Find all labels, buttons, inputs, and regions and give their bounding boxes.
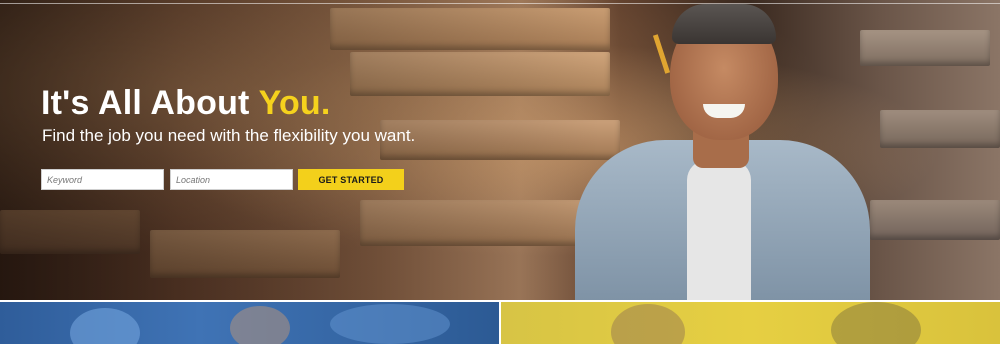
get-started-button[interactable]: GET STARTED [298,169,404,190]
hero-subheadline: Find the job you need with the flexibili… [42,126,416,145]
panel-divider [499,300,501,344]
tshirt [687,160,751,300]
location-input[interactable] [170,169,293,190]
pencil-icon [652,34,671,74]
hair [672,4,776,44]
employers-promo-panel[interactable] [501,300,1000,344]
hero-person-photo [575,0,870,300]
hero-banner: It's All About You. Find the job you nee… [0,0,1000,300]
workers-promo-panel[interactable] [0,300,499,344]
woman-face-shape [611,304,685,344]
hero-headline: It's All About You. [41,84,331,123]
keyword-input[interactable] [41,169,164,190]
person-silhouette-shape [831,302,921,344]
hard-hat-shape [70,308,140,344]
worker-face-shape [230,306,290,344]
headline-main-text: It's All About [41,84,250,122]
worker-arm-shape [330,304,450,344]
headline-accent-text: You. [258,84,331,122]
